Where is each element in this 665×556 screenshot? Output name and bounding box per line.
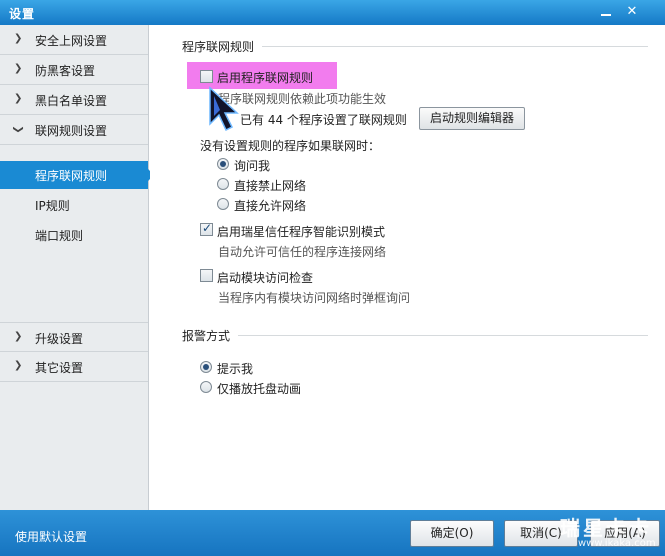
tray-animation-label: 仅播放托盘动画 <box>217 382 302 396</box>
notify-me-radio[interactable] <box>200 361 212 373</box>
sidebar: ❯ 安全上网设置 ❯ 防黑客设置 ❯ 黑白名单设置 ❯ 联网规则设置 程序联网规… <box>0 25 154 510</box>
sidebar-item-network-rules[interactable]: ❯ 联网规则设置 <box>0 115 148 145</box>
chevron-right-icon: ❯ <box>14 33 23 44</box>
sidebar-subitem-ip-rules[interactable]: IP规则 <box>0 191 148 219</box>
section-title-alarm: 报警方式 <box>182 329 231 343</box>
notify-me-label: 提示我 <box>217 362 254 376</box>
enable-rules-checkbox[interactable] <box>200 70 213 83</box>
sidebar-item-label: 黑白名单设置 <box>35 94 108 108</box>
sidebar-subitem-label: IP规则 <box>35 199 70 213</box>
sidebar-item-safe-browsing[interactable]: ❯ 安全上网设置 <box>0 25 148 55</box>
ask-me-label: 询问我 <box>234 159 271 173</box>
sidebar-item-label: 联网规则设置 <box>35 124 108 138</box>
block-network-radio[interactable] <box>217 178 229 190</box>
trust-mode-label: 启用瑞星信任程序智能识别模式 <box>217 225 386 239</box>
sidebar-subitem-program-rules[interactable]: 程序联网规则 <box>0 161 154 189</box>
minimize-icon[interactable] <box>596 3 616 21</box>
watermark-text: 瑞星卡卡 <box>560 516 652 540</box>
window-title: 设置 <box>9 7 36 21</box>
section-title-program-rules: 程序联网规则 <box>182 40 255 54</box>
sidebar-item-label: 升级设置 <box>35 332 84 346</box>
tray-animation-radio[interactable] <box>200 381 212 393</box>
sidebar-item-label: 防黑客设置 <box>35 64 96 78</box>
rule-editor-button[interactable]: 启动规则编辑器 <box>419 107 525 130</box>
section-divider <box>238 335 648 336</box>
sidebar-item-label: 其它设置 <box>35 361 84 375</box>
sidebar-item-black-white-list[interactable]: ❯ 黑白名单设置 <box>0 85 148 115</box>
cursor-icon <box>209 86 239 132</box>
chevron-right-icon: ❯ <box>14 93 23 104</box>
module-check-description: 当程序内有模块访问网络时弹框询问 <box>218 291 411 305</box>
ok-button[interactable]: 确定(O) <box>410 520 494 547</box>
sidebar-subitem-label: 端口规则 <box>35 229 84 243</box>
no-rule-question: 没有设置规则的程序如果联网时： <box>200 139 381 153</box>
block-network-label: 直接禁止网络 <box>234 179 307 193</box>
sidebar-item-other[interactable]: ❯ 其它设置 <box>0 352 148 382</box>
title-bar: 设置 ✕ <box>0 0 665 25</box>
enable-rules-label: 启用程序联网规则 <box>217 71 314 85</box>
chevron-right-icon: ❯ <box>14 63 23 74</box>
trust-mode-description: 自动允许可信任的程序连接网络 <box>218 245 387 259</box>
trust-mode-checkbox[interactable] <box>200 221 213 236</box>
rules-count-text: 已有 44 个程序设置了联网规则 <box>240 113 407 127</box>
sidebar-item-anti-hacker[interactable]: ❯ 防黑客设置 <box>0 55 148 85</box>
allow-network-label: 直接允许网络 <box>234 199 307 213</box>
sidebar-subitem-label: 程序联网规则 <box>35 169 108 183</box>
watermark-url: www.ikaka.com <box>578 538 656 549</box>
chevron-right-icon: ❯ <box>14 360 23 371</box>
watermark-logo: 瑞星卡卡 www.ikaka.com <box>540 512 665 556</box>
restore-defaults-link[interactable]: 使用默认设置 <box>15 528 87 545</box>
sidebar-subitem-port-rules[interactable]: 端口规则 <box>0 221 148 249</box>
chevron-down-icon: ❯ <box>12 125 24 134</box>
module-check-label: 启动模块访问检查 <box>217 271 314 285</box>
section-divider <box>262 46 648 47</box>
allow-network-radio[interactable] <box>217 198 229 210</box>
sidebar-item-upgrade[interactable]: ❯ 升级设置 <box>0 322 148 352</box>
ask-me-radio[interactable] <box>217 158 229 170</box>
module-check-checkbox[interactable] <box>200 269 213 282</box>
close-icon[interactable]: ✕ <box>622 3 642 21</box>
chevron-right-icon: ❯ <box>14 331 23 342</box>
sidebar-item-label: 安全上网设置 <box>35 34 108 48</box>
enable-rules-description: 程序联网规则依赖此项功能生效 <box>218 92 387 106</box>
